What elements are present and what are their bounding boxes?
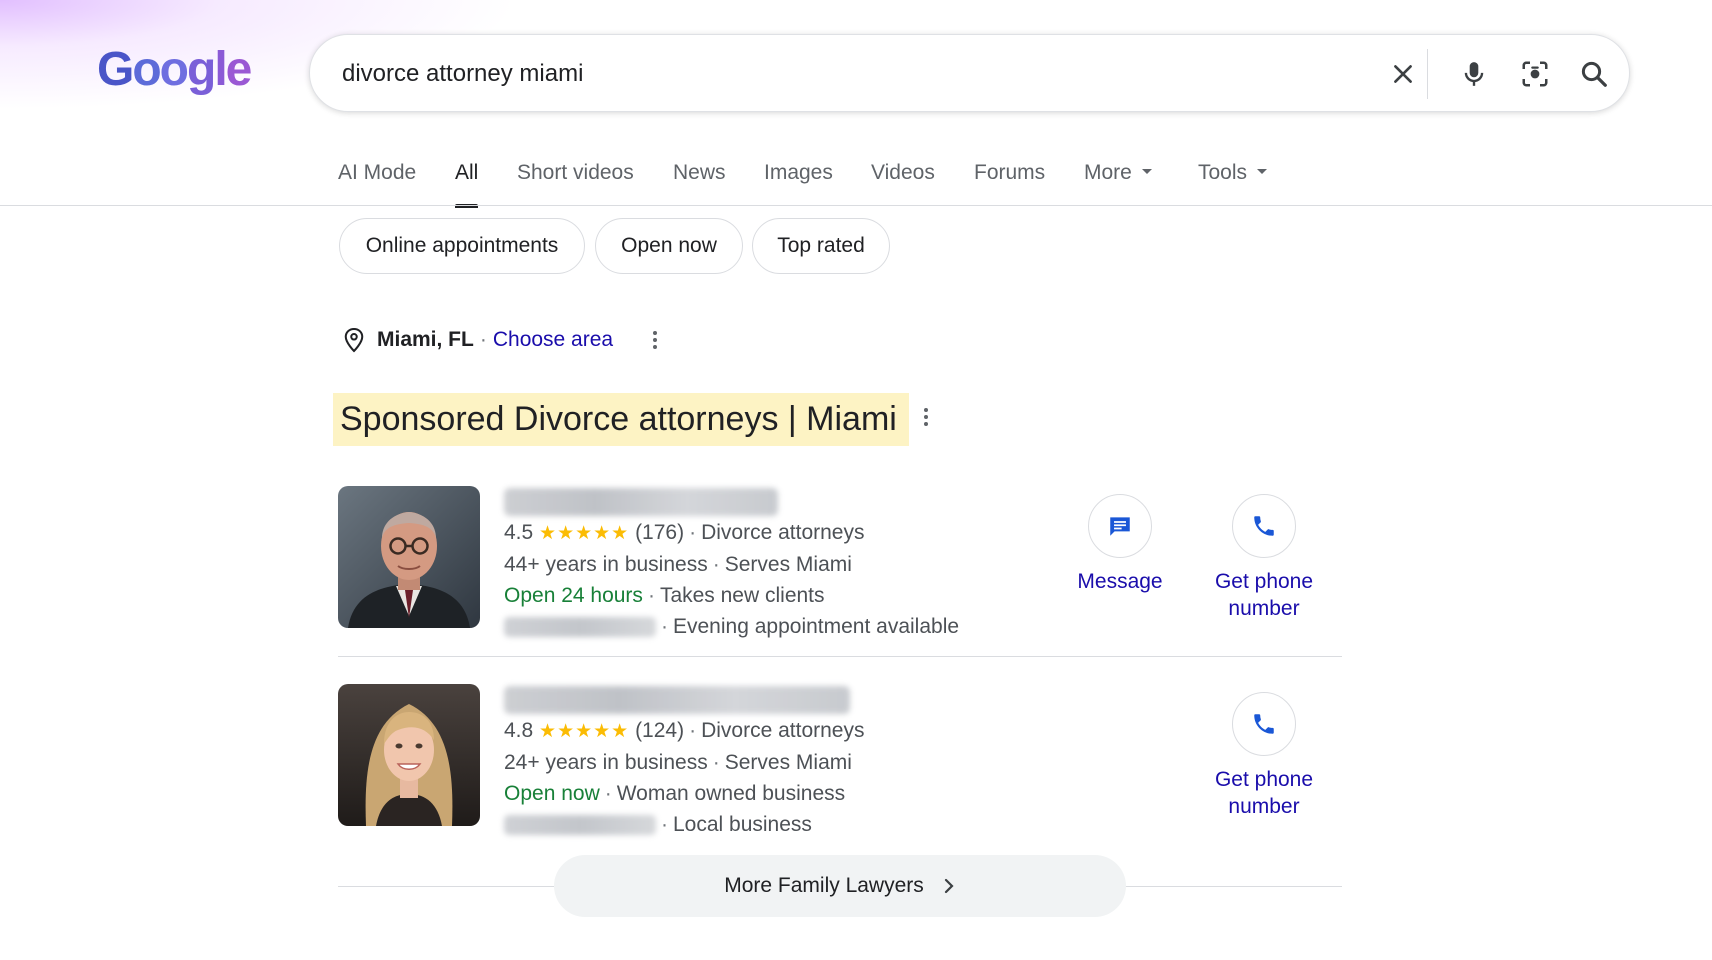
search-bar-divider bbox=[1427, 49, 1428, 99]
business-category: Divorce attorneys bbox=[701, 521, 865, 544]
get-phone-number-button[interactable]: Get phone number bbox=[1194, 692, 1334, 820]
location-city: Miami, FL bbox=[377, 328, 474, 351]
review-count: (124) bbox=[635, 719, 685, 742]
tab-short-videos[interactable]: Short videos bbox=[517, 158, 634, 188]
tab-tools[interactable]: Tools bbox=[1198, 158, 1268, 188]
phone-redacted bbox=[504, 617, 656, 638]
phone-row: · Local business bbox=[504, 809, 865, 840]
business-attribute: Takes new clients bbox=[659, 584, 825, 607]
phone-button-label: Get phone number bbox=[1214, 570, 1314, 620]
message-button-label: Message bbox=[1077, 570, 1163, 593]
years-in-business: 24+ years in business bbox=[504, 751, 708, 774]
sponsored-more-options-icon[interactable] bbox=[916, 402, 936, 432]
phone-redacted bbox=[504, 815, 656, 836]
business-name-redacted[interactable] bbox=[504, 486, 959, 517]
listing-2[interactable]: 4.8 ★★★★★ (124) · Divorce attorneys 24+ ye… bbox=[338, 684, 1342, 836]
attorney-photo[interactable] bbox=[338, 684, 480, 826]
chevron-down-icon bbox=[1257, 168, 1268, 174]
chip-top-rated[interactable]: Top rated bbox=[752, 218, 890, 274]
service-area: Serves Miami bbox=[724, 751, 852, 774]
chevron-down-icon bbox=[1141, 168, 1152, 174]
chip-open-now[interactable]: Open now bbox=[595, 218, 743, 274]
location-pin-icon bbox=[343, 327, 365, 353]
business-info-row: 44+ years in business · Serves Miami bbox=[504, 553, 852, 576]
years-in-business: 44+ years in business bbox=[504, 553, 708, 576]
star-rating-icon: ★★★★★ bbox=[539, 523, 630, 544]
business-note: Evening appointment available bbox=[673, 615, 960, 638]
search-bar bbox=[309, 34, 1630, 112]
listing-1[interactable]: 4.5 ★★★★★ (176) · Divorce attorneys 44+ ye… bbox=[338, 486, 1342, 638]
tab-news[interactable]: News bbox=[673, 158, 726, 188]
rating-row: 4.5 ★★★★★ (176) · Divorce attorneys bbox=[504, 521, 865, 544]
sponsored-heading: Sponsored Divorce attorneys | Miami bbox=[333, 393, 909, 446]
more-button-label: More Family Lawyers bbox=[724, 874, 924, 897]
message-icon-circle bbox=[1088, 494, 1152, 558]
listing-divider bbox=[338, 656, 1342, 657]
clear-icon[interactable] bbox=[1383, 54, 1423, 94]
sponsored-heading-text: Sponsored Divorce attorneys | Miami bbox=[340, 400, 897, 438]
more-family-lawyers-button[interactable]: More Family Lawyers bbox=[554, 855, 1126, 917]
chevron-right-icon bbox=[942, 877, 956, 895]
open-status: Open 24 hours bbox=[504, 584, 643, 607]
rating-value: 4.8 bbox=[504, 719, 534, 742]
business-note: Local business bbox=[673, 813, 812, 836]
choose-area-link[interactable]: Choose area bbox=[493, 328, 613, 352]
tab-ai-mode[interactable]: AI Mode bbox=[338, 158, 416, 188]
business-attribute: Woman owned business bbox=[616, 782, 846, 805]
review-count: (176) bbox=[635, 521, 685, 544]
get-phone-number-button[interactable]: Get phone number bbox=[1194, 494, 1334, 622]
tab-all[interactable]: All bbox=[455, 158, 479, 208]
business-category: Divorce attorneys bbox=[701, 719, 865, 742]
service-area: Serves Miami bbox=[724, 553, 852, 576]
star-rating-icon: ★★★★★ bbox=[539, 721, 630, 742]
tab-more[interactable]: More bbox=[1084, 158, 1152, 188]
google-logo[interactable]: Google bbox=[97, 40, 252, 100]
phone-icon bbox=[1254, 714, 1274, 734]
chip-online-appointments[interactable]: Online appointments bbox=[339, 218, 585, 274]
message-button[interactable]: Message bbox=[1050, 494, 1190, 595]
tabs-divider bbox=[0, 205, 1712, 206]
search-input[interactable] bbox=[340, 51, 1224, 97]
listing-details: 4.5 ★★★★★ (176) · Divorce attorneys 44+ ye… bbox=[504, 486, 959, 642]
hours-row: Open now · Woman owned business bbox=[504, 782, 846, 805]
camera-lens-icon[interactable] bbox=[1515, 54, 1555, 94]
phone-icon bbox=[1254, 516, 1274, 536]
tab-videos[interactable]: Videos bbox=[871, 158, 935, 188]
phone-button-label: Get phone number bbox=[1214, 768, 1314, 818]
open-status: Open now bbox=[504, 782, 600, 805]
business-name-redacted[interactable] bbox=[504, 684, 865, 715]
attorney-photo[interactable] bbox=[338, 486, 480, 628]
listing-details: 4.8 ★★★★★ (124) · Divorce attorneys 24+ ye… bbox=[504, 684, 865, 840]
microphone-icon[interactable] bbox=[1454, 54, 1494, 94]
phone-icon-circle bbox=[1232, 494, 1296, 558]
search-results-page: Google divorce attorney miami AI Mode Al… bbox=[0, 0, 1712, 960]
hours-row: Open 24 hours · Takes new clients bbox=[504, 584, 825, 607]
message-icon bbox=[1110, 517, 1130, 536]
location-row: Miami, FL · Choose area bbox=[343, 322, 665, 358]
rating-row: 4.8 ★★★★★ (124) · Divorce attorneys bbox=[504, 719, 865, 742]
phone-icon-circle bbox=[1232, 692, 1296, 756]
tab-images[interactable]: Images bbox=[764, 158, 833, 188]
location-separator: · bbox=[479, 328, 487, 351]
phone-row: · Evening appointment available bbox=[504, 611, 959, 642]
business-info-row: 24+ years in business · Serves Miami bbox=[504, 751, 852, 774]
rating-value: 4.5 bbox=[504, 521, 534, 544]
tab-forums[interactable]: Forums bbox=[974, 158, 1045, 188]
location-more-options-icon[interactable] bbox=[645, 325, 665, 355]
search-icon[interactable] bbox=[1574, 54, 1614, 94]
